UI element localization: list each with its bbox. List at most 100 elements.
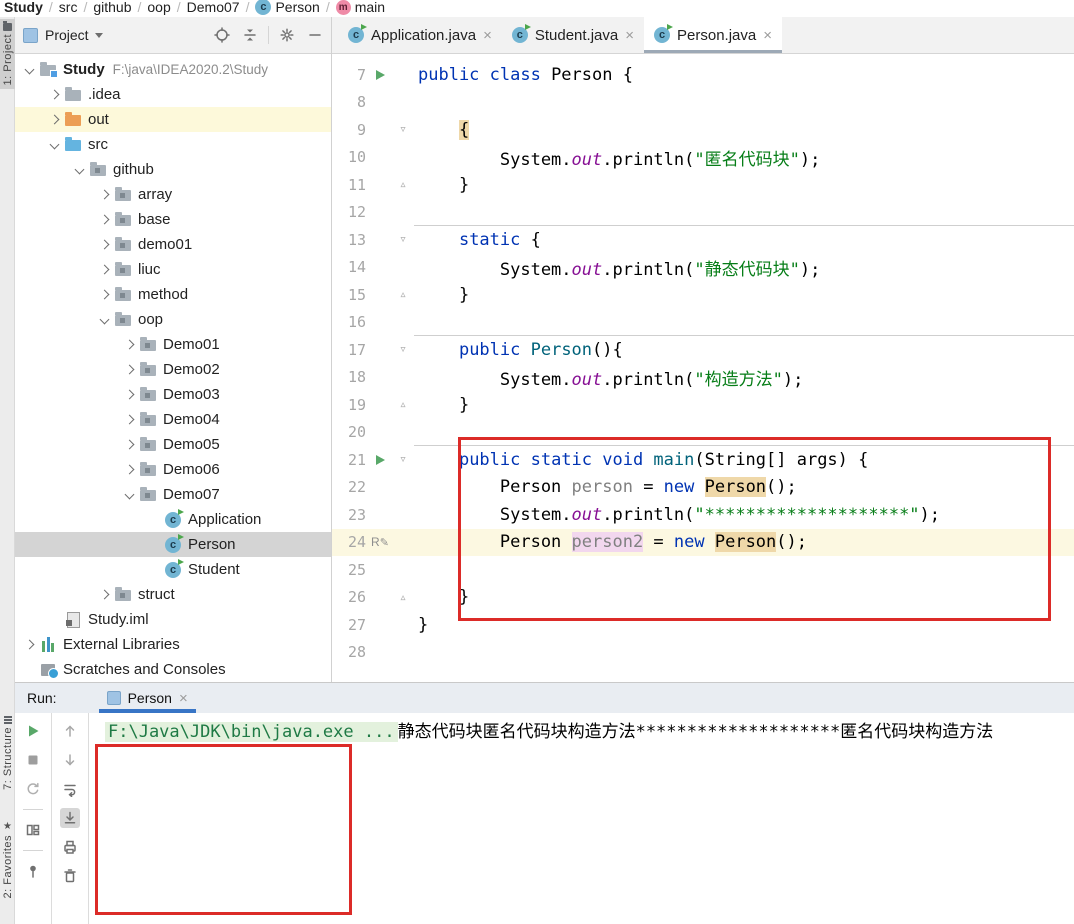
fold-close-icon[interactable]: ▵ xyxy=(392,590,414,605)
chevron-down-icon[interactable] xyxy=(21,66,38,73)
stop-button[interactable] xyxy=(23,750,43,770)
tree-row-array[interactable]: array xyxy=(15,182,331,207)
tree-row-demo02[interactable]: Demo02 xyxy=(15,357,331,382)
line-number[interactable]: 27 xyxy=(332,616,368,634)
code-line-18[interactable]: 18 System.out.println("构造方法"); xyxy=(332,364,1074,392)
tree-row-demo04[interactable]: Demo04 xyxy=(15,407,331,432)
code-line-12[interactable]: 12 xyxy=(332,199,1074,227)
code-line-17[interactable]: 17▿ public Person(){ xyxy=(332,336,1074,364)
chevron-right-icon[interactable] xyxy=(46,116,63,123)
layout-button[interactable] xyxy=(23,820,43,840)
fold-close-icon[interactable]: ▵ xyxy=(392,177,414,192)
line-number[interactable]: 7 xyxy=(332,66,368,84)
tree-row-src[interactable]: src xyxy=(15,132,331,157)
tree-row-struct[interactable]: struct xyxy=(15,582,331,607)
code-line-7[interactable]: 7public class Person { xyxy=(332,61,1074,89)
tree-row-external-libraries[interactable]: External Libraries xyxy=(15,632,331,657)
chevron-down-icon[interactable] xyxy=(96,316,113,323)
code-line-27[interactable]: 27} xyxy=(332,611,1074,639)
breadcrumb-item-src[interactable]: src xyxy=(59,0,78,15)
run-tab-person[interactable]: Person × xyxy=(99,683,196,713)
line-number[interactable]: 21 xyxy=(332,451,368,469)
code-line-25[interactable]: 25 xyxy=(332,556,1074,584)
toolwindow-button-2-favorites[interactable]: ★2: Favorites xyxy=(0,817,15,902)
tab-application-java[interactable]: cApplication.java× xyxy=(338,17,502,53)
scroll-end-button[interactable] xyxy=(60,808,80,828)
code-line-19[interactable]: 19▵ } xyxy=(332,391,1074,419)
code-line-15[interactable]: 15▵ } xyxy=(332,281,1074,309)
chevron-right-icon[interactable] xyxy=(96,216,113,223)
line-number[interactable]: 25 xyxy=(332,561,368,579)
line-number[interactable]: 12 xyxy=(332,203,368,221)
chevron-right-icon[interactable] xyxy=(46,91,63,98)
rerun-button[interactable] xyxy=(23,721,43,741)
code-line-14[interactable]: 14 System.out.println("静态代码块"); xyxy=(332,254,1074,282)
tree-row-study[interactable]: StudyF:\java\IDEA2020.2\Study xyxy=(15,57,331,82)
code-line-23[interactable]: 23 System.out.println("*****************… xyxy=(332,501,1074,529)
breadcrumb-item-main[interactable]: mmain xyxy=(336,0,385,15)
code-line-20[interactable]: 20 xyxy=(332,419,1074,447)
chevron-right-icon[interactable] xyxy=(21,641,38,648)
line-number[interactable]: 19 xyxy=(332,396,368,414)
line-number[interactable]: 11 xyxy=(332,176,368,194)
tab-student-java[interactable]: cStudent.java× xyxy=(502,17,644,53)
tree-row-base[interactable]: base xyxy=(15,207,331,232)
code-line-24[interactable]: 24R✎ Person person2 = new Person(); xyxy=(332,529,1074,557)
breadcrumb-item-github[interactable]: github xyxy=(93,0,131,15)
line-number[interactable]: 23 xyxy=(332,506,368,524)
tab-person-java[interactable]: cPerson.java× xyxy=(644,17,782,53)
run-line-icon[interactable] xyxy=(368,455,392,465)
tree-row-demo07[interactable]: Demo07 xyxy=(15,482,331,507)
tree-row-scratches-and-consoles[interactable]: Scratches and Consoles xyxy=(15,657,331,682)
code-line-26[interactable]: 26▵ } xyxy=(332,584,1074,612)
console-command-text[interactable]: F:\Java\JDK\bin\java.exe ... xyxy=(105,722,398,742)
chevron-right-icon[interactable] xyxy=(96,591,113,598)
chevron-right-icon[interactable] xyxy=(121,416,138,423)
locate-button[interactable] xyxy=(212,25,232,45)
line-number[interactable]: 22 xyxy=(332,478,368,496)
code-editor[interactable]: 7public class Person {89▿ {10 System.out… xyxy=(332,54,1074,682)
chevron-down-icon[interactable] xyxy=(121,491,138,498)
breadcrumb-item-demo07[interactable]: Demo07 xyxy=(187,0,240,15)
toolwindow-button-7-structure[interactable]: 7: Structure xyxy=(0,712,15,794)
chevron-down-icon[interactable] xyxy=(46,141,63,148)
breadcrumb-item-oop[interactable]: oop xyxy=(147,0,170,15)
chevron-right-icon[interactable] xyxy=(121,366,138,373)
line-number[interactable]: 10 xyxy=(332,148,368,166)
close-icon[interactable]: × xyxy=(763,28,772,43)
tree-row-out[interactable]: out xyxy=(15,107,331,132)
chevron-right-icon[interactable] xyxy=(96,266,113,273)
tree-row-github[interactable]: github xyxy=(15,157,331,182)
chevron-right-icon[interactable] xyxy=(121,441,138,448)
close-icon[interactable]: × xyxy=(625,28,634,43)
tree-row-method[interactable]: method xyxy=(15,282,331,307)
fold-open-icon[interactable]: ▿ xyxy=(392,452,414,467)
line-number[interactable]: 18 xyxy=(332,368,368,386)
code-line-16[interactable]: 16 xyxy=(332,309,1074,337)
run-line-icon[interactable] xyxy=(368,70,392,80)
line-number[interactable]: 13 xyxy=(332,231,368,249)
code-line-8[interactable]: 8 xyxy=(332,89,1074,117)
breadcrumb-item-person[interactable]: cPerson xyxy=(255,0,319,15)
chevron-right-icon[interactable] xyxy=(121,391,138,398)
tree-row-demo05[interactable]: Demo05 xyxy=(15,432,331,457)
down-button[interactable] xyxy=(60,750,80,770)
settings-button[interactable] xyxy=(277,25,297,45)
collapse-all-button[interactable] xyxy=(240,25,260,45)
toolwindow-button-1-project[interactable]: 1: Project xyxy=(0,19,15,89)
fold-close-icon[interactable]: ▵ xyxy=(392,287,414,302)
line-number[interactable]: 8 xyxy=(332,93,368,111)
fold-open-icon[interactable]: ▿ xyxy=(392,232,414,247)
tree-row--idea[interactable]: .idea xyxy=(15,82,331,107)
line-number[interactable]: 16 xyxy=(332,313,368,331)
clear-button[interactable] xyxy=(60,866,80,886)
breadcrumb-item-study[interactable]: Study xyxy=(4,0,43,15)
code-line-21[interactable]: 21▿ public static void main(String[] arg… xyxy=(332,446,1074,474)
chevron-right-icon[interactable] xyxy=(96,241,113,248)
hide-button[interactable] xyxy=(305,25,325,45)
tree-row-oop[interactable]: oop xyxy=(15,307,331,332)
print-button[interactable] xyxy=(60,837,80,857)
line-number[interactable]: 24 xyxy=(332,533,368,551)
rerun-failed-button[interactable] xyxy=(23,779,43,799)
line-number[interactable]: 28 xyxy=(332,643,368,661)
